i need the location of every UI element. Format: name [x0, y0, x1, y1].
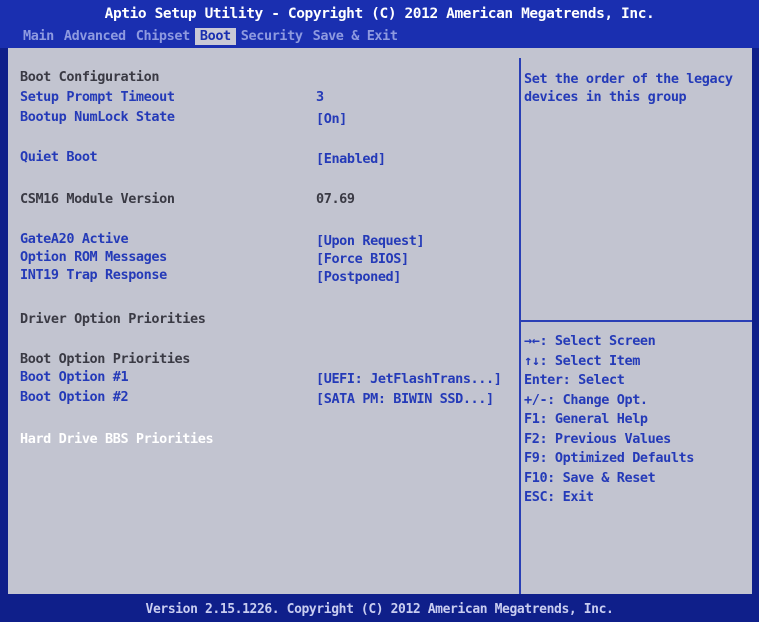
settings-panel: Boot Configuration Setup Prompt Timeout …: [8, 48, 752, 594]
quiet-boot-value[interactable]: [Enabled]: [316, 150, 386, 168]
key-previous-values: F2: Previous Values: [524, 430, 671, 447]
tab-boot[interactable]: Boot: [194, 28, 236, 45]
app-title: Aptio Setup Utility - Copyright (C) 2012…: [104, 6, 655, 22]
quiet-boot-label[interactable]: Quiet Boot: [20, 148, 98, 166]
key-general-help: F1: General Help: [524, 411, 648, 427]
csm16-module-version-label: CSM16 Module Version: [20, 191, 175, 207]
key-save-reset: F10: Save & Reset: [524, 469, 656, 486]
boot-option-1-label[interactable]: Boot Option #1: [20, 368, 129, 386]
boot-option-1-value[interactable]: [UEFI: JetFlashTrans...]: [316, 370, 502, 388]
key-optimized-defaults: F9: Optimized Defaults: [524, 450, 695, 466]
tab-security[interactable]: Security: [236, 28, 308, 45]
csm16-module-version-value: 07.69: [316, 191, 355, 207]
setup-prompt-timeout-label[interactable]: Setup Prompt Timeout: [20, 88, 175, 106]
int19-trap-response-label[interactable]: INT19 Trap Response: [20, 266, 167, 284]
tab-bar: Main Advanced Chipset Boot Security Save…: [18, 28, 403, 45]
tab-save-exit[interactable]: Save & Exit: [308, 28, 403, 45]
boot-option-2-value[interactable]: [SATA PM: BIWIN SSD...]: [316, 390, 494, 408]
gatea20-active-label[interactable]: GateA20 Active: [20, 230, 129, 248]
version-text: Version 2.15.1226. Copyright (C) 2012 Am…: [145, 602, 614, 617]
int19-trap-response-value[interactable]: [Postponed]: [316, 268, 401, 286]
bootup-numlock-state-label[interactable]: Bootup NumLock State: [20, 108, 175, 126]
driver-option-priorities-heading: Driver Option Priorities: [20, 311, 206, 327]
footer-bar: Version 2.15.1226. Copyright (C) 2012 Am…: [0, 594, 759, 622]
key-select-screen: →←: Select Screen: [524, 333, 656, 349]
tab-main[interactable]: Main: [18, 28, 59, 45]
tab-chipset[interactable]: Chipset: [131, 28, 195, 45]
horizontal-divider: [521, 320, 752, 322]
header-bar: Aptio Setup Utility - Copyright (C) 2012…: [0, 0, 759, 48]
tab-advanced[interactable]: Advanced: [59, 28, 131, 45]
option-rom-messages-value[interactable]: [Force BIOS]: [316, 250, 409, 268]
vertical-divider: [519, 58, 521, 594]
key-esc-exit: ESC: Exit: [524, 489, 594, 505]
boot-option-2-label[interactable]: Boot Option #2: [20, 388, 129, 406]
boot-configuration-heading: Boot Configuration: [20, 69, 160, 85]
boot-option-priorities-heading: Boot Option Priorities: [20, 351, 191, 367]
setup-prompt-timeout-value[interactable]: 3: [316, 88, 324, 106]
key-legend: →←: Select Screen ↑↓: Select Item Enter:…: [524, 332, 694, 508]
key-select-item: ↑↓: Select Item: [524, 352, 640, 369]
key-change-opt: +/-: Change Opt.: [524, 391, 648, 408]
hard-drive-bbs-priorities-item[interactable]: Hard Drive BBS Priorities: [20, 430, 214, 448]
bootup-numlock-state-value[interactable]: [On]: [316, 110, 347, 128]
help-text: Set the order of the legacy devices in t…: [524, 71, 733, 105]
key-enter-select: Enter: Select: [524, 372, 625, 388]
option-rom-messages-label[interactable]: Option ROM Messages: [20, 248, 167, 266]
gatea20-active-value[interactable]: [Upon Request]: [316, 232, 425, 250]
